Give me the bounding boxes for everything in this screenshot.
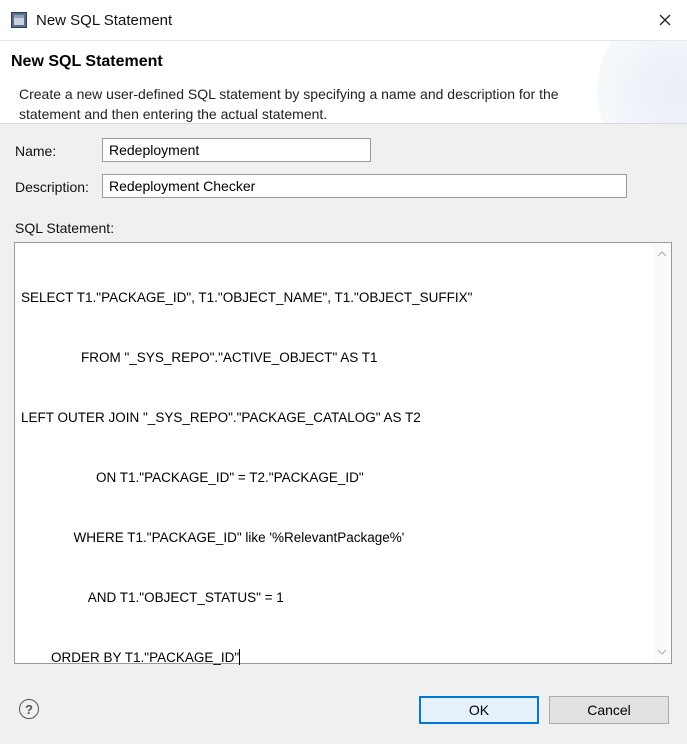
close-button[interactable] (651, 6, 679, 34)
scroll-up-icon[interactable] (653, 245, 671, 263)
sql-line: ORDER BY T1."PACKAGE_ID" (21, 650, 240, 665)
sql-line: ON T1."PACKAGE_ID" = T2."PACKAGE_ID" (21, 470, 364, 485)
banner-title: New SQL Statement (11, 53, 163, 70)
sql-line: FROM "_SYS_REPO"."ACTIVE_OBJECT" AS T1 (21, 350, 378, 365)
description-field[interactable] (102, 174, 627, 198)
text-caret (239, 649, 241, 665)
sql-line-last: ORDER BY T1."PACKAGE_ID" (21, 648, 649, 668)
sql-statement-editor[interactable]: SELECT T1."PACKAGE_ID", T1."OBJECT_NAME"… (14, 242, 672, 665)
dialog-banner: New SQL Statement Create a new user-defi… (0, 41, 687, 124)
sql-line: WHERE T1."PACKAGE_ID" like '%RelevantPac… (21, 530, 405, 545)
sql-statement-label: SQL Statement: (15, 220, 115, 236)
name-label: Name: (15, 143, 57, 159)
ok-button[interactable]: OK (419, 696, 539, 724)
window-title: New SQL Statement (36, 12, 173, 29)
description-label: Description: (15, 179, 89, 195)
sql-line: AND T1."OBJECT_STATUS" = 1 (21, 590, 284, 605)
sql-text[interactable]: SELECT T1."PACKAGE_ID", T1."OBJECT_NAME"… (21, 248, 649, 665)
title-bar: New SQL Statement (0, 0, 687, 41)
sql-line: LEFT OUTER JOIN "_SYS_REPO"."PACKAGE_CAT… (21, 410, 421, 425)
scroll-down-icon[interactable] (653, 643, 671, 661)
vertical-scrollbar[interactable] (653, 243, 671, 663)
name-field[interactable] (102, 138, 371, 162)
app-icon (11, 12, 27, 28)
close-icon (659, 14, 671, 26)
help-icon[interactable]: ? (19, 699, 39, 719)
banner-description: Create a new user-defined SQL statement … (19, 86, 559, 122)
cancel-button[interactable]: Cancel (549, 696, 669, 724)
sql-line: SELECT T1."PACKAGE_ID", T1."OBJECT_NAME"… (21, 290, 473, 305)
